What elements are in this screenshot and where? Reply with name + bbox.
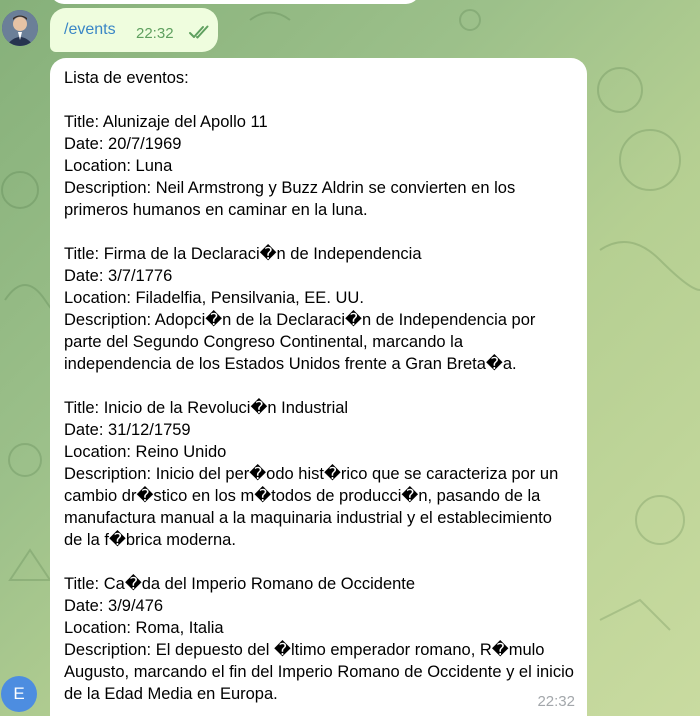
outgoing-message-bubble[interactable]: /events 22:32	[50, 8, 218, 52]
user-photo-icon	[2, 10, 38, 46]
bot-avatar[interactable]: E	[1, 676, 37, 712]
double-check-icon	[189, 25, 209, 39]
incoming-message-bubble[interactable]: Lista de eventos: Title: Alunizaje del A…	[50, 58, 587, 716]
user-avatar[interactable]	[2, 10, 38, 46]
message-time: 22:32	[136, 25, 174, 42]
message-time: 22:32	[537, 693, 575, 710]
previous-message-bubble	[50, 0, 420, 4]
command-link[interactable]: /events	[64, 21, 116, 39]
message-text: Lista de eventos: Title: Alunizaje del A…	[64, 69, 574, 703]
